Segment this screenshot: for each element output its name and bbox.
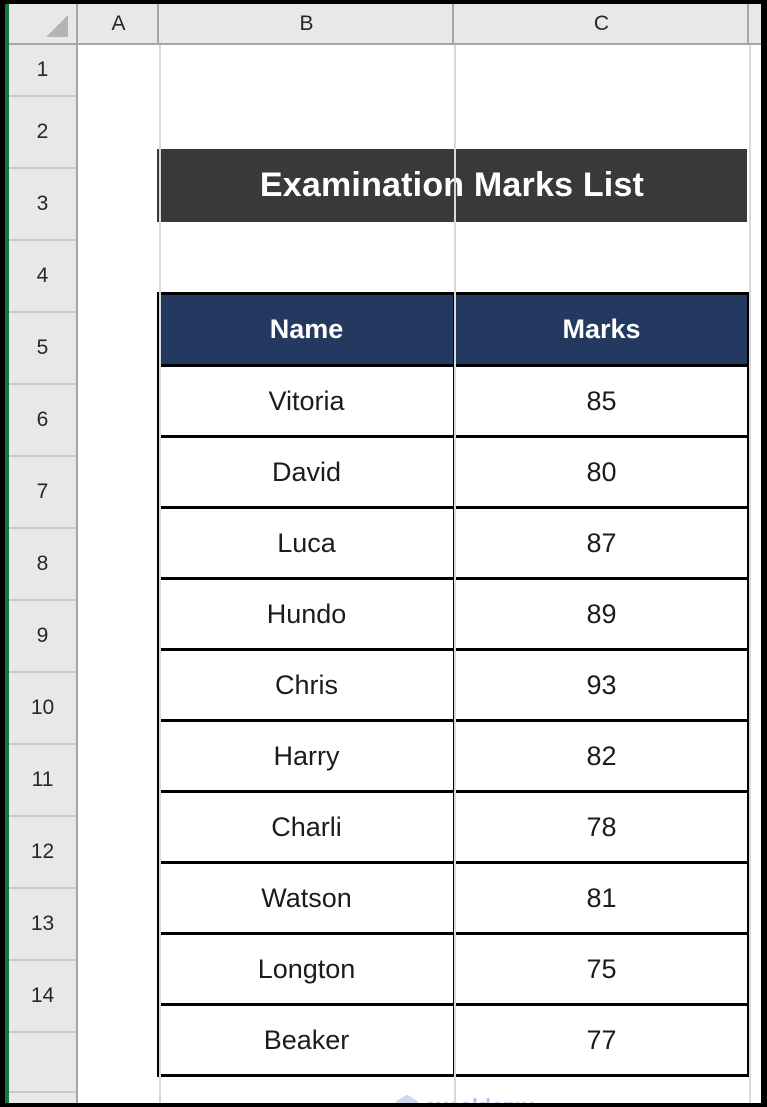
- row-header-6[interactable]: 6: [9, 385, 76, 457]
- title-banner: Examination Marks List: [157, 149, 747, 222]
- row-header-3[interactable]: 3: [9, 169, 76, 241]
- row-header-10[interactable]: 10: [9, 673, 76, 745]
- row-header-9[interactable]: 9: [9, 601, 76, 673]
- cell-grid: Examination Marks List Name Marks Vitori…: [80, 45, 761, 1103]
- row-header-12[interactable]: 12: [9, 817, 76, 889]
- screenshot-frame: ABC 1 2 3 4 5 6 7 8 9 10 11 12 13 14 Examination Mark…: [0, 0, 767, 1107]
- row-header-2[interactable]: 2: [9, 97, 76, 169]
- cell-name[interactable]: Vitoria: [157, 364, 456, 438]
- spreadsheet-sheet: ABC 1 2 3 4 5 6 7 8 9 10 11 12 13 14 Examination Mark…: [9, 4, 761, 1103]
- cell-marks[interactable]: 80: [453, 435, 750, 509]
- column-header-c[interactable]: C: [456, 4, 749, 43]
- select-all-triangle-icon: [46, 15, 68, 37]
- exceldemy-watermark: exceldemy EXCEL · DATA · BI: [340, 1094, 590, 1103]
- cell-marks[interactable]: 87: [453, 506, 750, 580]
- row-header-partial[interactable]: [9, 1033, 76, 1093]
- cell-name[interactable]: Harry: [157, 719, 456, 793]
- cell-name[interactable]: Chris: [157, 648, 456, 722]
- row-header-14[interactable]: 14: [9, 961, 76, 1033]
- select-all-corner-button[interactable]: [9, 4, 78, 43]
- watermark-brand-row: exceldemy: [396, 1094, 534, 1103]
- cell-marks[interactable]: 78: [453, 790, 750, 864]
- cell-marks[interactable]: 85: [453, 364, 750, 438]
- page-title: Examination Marks List: [259, 166, 645, 204]
- cell-name[interactable]: Watson: [157, 861, 456, 935]
- grid-column-separator: [749, 45, 751, 1103]
- column-header-b[interactable]: B: [161, 4, 454, 43]
- cell-marks[interactable]: 77: [453, 1003, 750, 1077]
- column-header-band: ABC: [9, 4, 761, 45]
- cell-marks[interactable]: 89: [453, 577, 750, 651]
- cell-name[interactable]: Longton: [157, 932, 456, 1006]
- column-header-marks: Marks: [453, 292, 750, 367]
- column-header-a[interactable]: A: [80, 4, 159, 43]
- cell-name[interactable]: David: [157, 435, 456, 509]
- column-header-name: Name: [157, 292, 456, 367]
- exceldemy-hexagon-logo-icon: [396, 1094, 419, 1103]
- row-header-5[interactable]: 5: [9, 313, 76, 385]
- grid-column-separator: [159, 45, 161, 1103]
- grid-column-separator: [454, 45, 456, 1103]
- row-header-7[interactable]: 7: [9, 457, 76, 529]
- cell-marks[interactable]: 81: [453, 861, 750, 935]
- cell-name[interactable]: Hundo: [157, 577, 456, 651]
- row-header-8[interactable]: 8: [9, 529, 76, 601]
- row-header-4[interactable]: 4: [9, 241, 76, 313]
- row-header-column: 1 2 3 4 5 6 7 8 9 10 11 12 13 14: [9, 45, 78, 1103]
- watermark-brand-text: exceldemy: [424, 1094, 534, 1103]
- cell-name[interactable]: Luca: [157, 506, 456, 580]
- row-header-13[interactable]: 13: [9, 889, 76, 961]
- cell-marks[interactable]: 82: [453, 719, 750, 793]
- row-header-11[interactable]: 11: [9, 745, 76, 817]
- cell-marks[interactable]: 93: [453, 648, 750, 722]
- row-header-1[interactable]: 1: [9, 45, 76, 97]
- cell-name[interactable]: Charli: [157, 790, 456, 864]
- cell-marks[interactable]: 75: [453, 932, 750, 1006]
- cell-name[interactable]: Beaker: [157, 1003, 456, 1077]
